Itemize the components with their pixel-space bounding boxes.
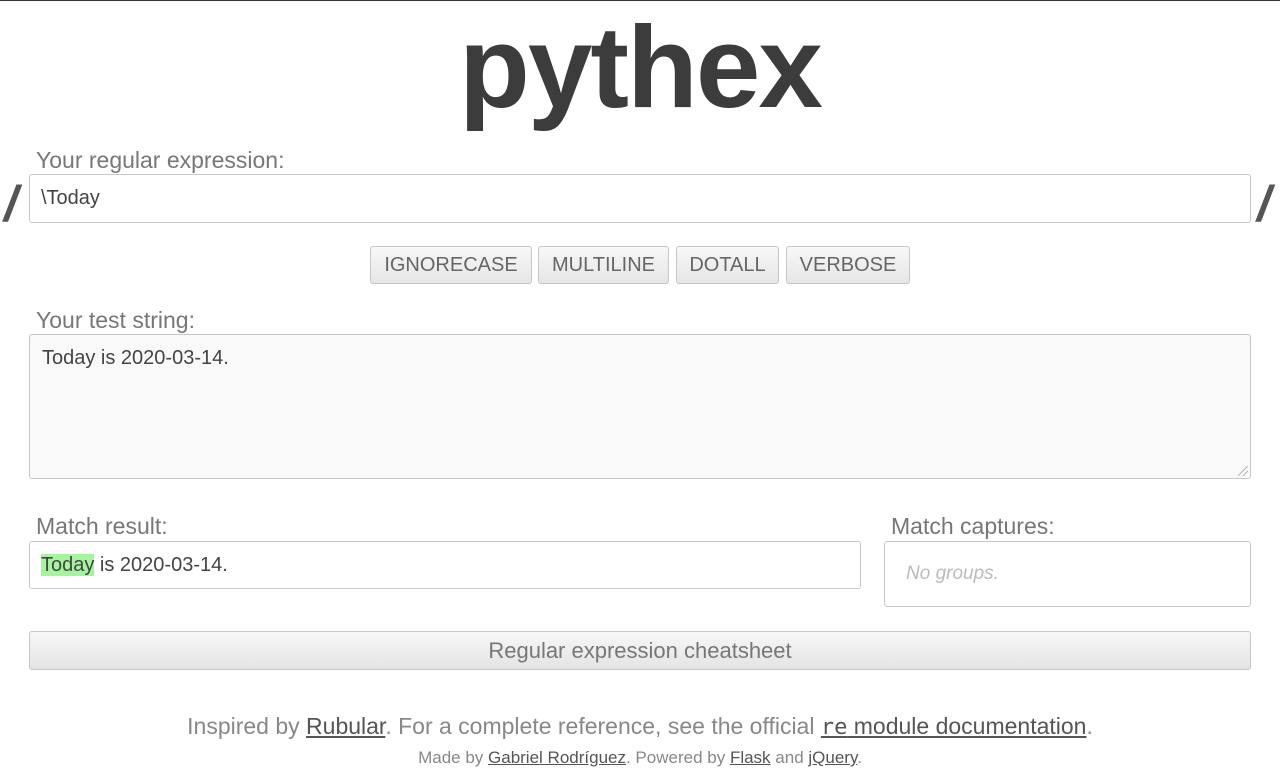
footer-text: Made by: [418, 748, 489, 767]
test-string-label: Your test string:: [36, 307, 195, 333]
ignorecase-toggle[interactable]: IGNORECASE: [370, 246, 532, 284]
app-logo: pythex: [459, 2, 823, 132]
footer-text: . For a complete reference, see the offi…: [385, 713, 821, 739]
flask-link[interactable]: Flask: [730, 748, 771, 767]
match-captures-box: No groups.: [884, 541, 1251, 607]
footer-credits: Made by Gabriel Rodríguez. Powered by Fl…: [0, 748, 1280, 768]
cheatsheet-button[interactable]: Regular expression cheatsheet: [29, 631, 1251, 670]
match-captures-label: Match captures:: [891, 513, 1055, 539]
footer-text: Inspired by: [187, 713, 307, 739]
regex-left-delimiter: /: [4, 176, 18, 232]
dotall-toggle[interactable]: DOTALL: [676, 246, 779, 284]
verbose-toggle[interactable]: VERBOSE: [786, 246, 910, 284]
regex-right-delimiter: /: [1257, 176, 1271, 232]
flag-toggle-group: IGNORECASE MULTILINE DOTALL VERBOSE: [0, 246, 1280, 284]
jquery-link[interactable]: jQuery: [808, 748, 857, 767]
re-docs-link[interactable]: re module documentation: [820, 713, 1087, 740]
docs-link-text: module documentation: [847, 713, 1087, 739]
re-module-code: re: [820, 715, 848, 740]
match-result-label: Match result:: [36, 513, 168, 539]
match-rest-text: is 2020-03-14.: [94, 554, 228, 576]
match-highlight: Today: [41, 554, 95, 576]
footer-text: and: [770, 748, 809, 767]
regex-input[interactable]: \Today: [29, 174, 1251, 223]
footer-text: .: [1086, 713, 1093, 739]
multiline-toggle[interactable]: MULTILINE: [538, 246, 669, 284]
footer-text: . Powered by: [625, 748, 730, 767]
footer-inspired: Inspired by Rubular. For a complete refe…: [0, 713, 1280, 740]
textarea-resize-handle[interactable]: [1238, 466, 1248, 476]
rubular-link[interactable]: Rubular: [306, 713, 385, 739]
regex-label: Your regular expression:: [36, 147, 285, 173]
footer-text: .: [857, 748, 862, 767]
test-string-textarea[interactable]: Today is 2020-03-14.: [29, 334, 1251, 479]
match-result-box: Today is 2020-03-14.: [29, 541, 861, 589]
author-link[interactable]: Gabriel Rodríguez: [488, 748, 626, 767]
